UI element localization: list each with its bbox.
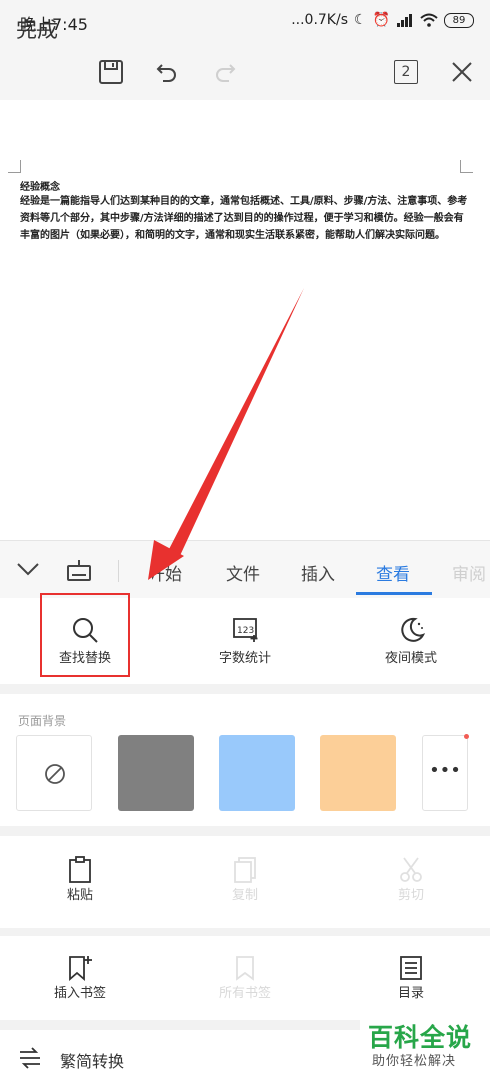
done-button[interactable]: 完成 <box>16 14 58 44</box>
swatch-more-button[interactable]: ••• <box>422 734 469 811</box>
moon-icon <box>401 617 426 642</box>
all-bookmarks-label: 所有书签 <box>218 986 271 1001</box>
list-icon <box>400 956 422 980</box>
page-count-button[interactable]: 2 <box>394 60 418 84</box>
keyboard-icon[interactable] <box>66 558 92 586</box>
tab-insert[interactable]: 插入 <box>301 560 335 585</box>
close-icon[interactable] <box>447 57 477 87</box>
convert-label: 繁简转换 <box>60 1052 125 1071</box>
insert-bookmark-button[interactable]: 插入书签 <box>25 950 135 1016</box>
insert-bookmark-label: 插入书签 <box>53 986 106 1001</box>
swatch-none[interactable] <box>16 735 92 811</box>
alarm-icon: ⏰ <box>372 12 390 28</box>
cut-label: 剪切 <box>397 888 424 903</box>
toc-button[interactable]: 目录 <box>356 950 466 1016</box>
word-count-icon: 123 <box>233 618 258 642</box>
none-icon <box>45 764 65 784</box>
notification-dot <box>464 734 469 739</box>
bookmark-add-icon <box>69 956 92 981</box>
word-count-button[interactable]: 123 字数统计 <box>190 605 300 677</box>
copy-label: 复制 <box>231 888 258 903</box>
tab-file[interactable]: 文件 <box>226 560 260 585</box>
night-mode-label: 夜间模式 <box>384 651 437 666</box>
convert-icon <box>18 1047 42 1073</box>
night-mode-button[interactable]: 夜间模式 <box>356 605 466 677</box>
cut-button: 剪切 <box>356 852 466 918</box>
document-body: 经验是一篇能指导人们达到某种目的的文章，通常包括概述、工具/原料、步骤/方法、注… <box>20 196 468 241</box>
tab-start[interactable]: 开始 <box>152 560 186 585</box>
collapse-chevron-icon[interactable] <box>16 560 40 582</box>
tab-divider <box>118 560 119 582</box>
network-speed: ...0.7K/s <box>291 12 348 28</box>
toc-label: 目录 <box>397 986 424 1001</box>
redo-icon <box>210 57 240 87</box>
bookmark-icon <box>236 956 254 981</box>
active-tab-indicator <box>356 592 432 595</box>
wifi-icon <box>420 13 438 27</box>
word-count-label: 字数统计 <box>218 651 271 666</box>
all-bookmarks-button: 所有书签 <box>190 950 300 1016</box>
clipboard-icon <box>69 856 91 883</box>
swatch-orange[interactable] <box>320 735 396 811</box>
watermark-title: 百科全说 <box>368 1023 473 1052</box>
tab-review[interactable]: 审阅 <box>452 560 490 585</box>
document-heading: 经验概念 <box>20 182 60 193</box>
paste-button[interactable]: 粘贴 <box>25 852 135 918</box>
battery-icon: 89 <box>444 12 474 28</box>
more-icon: ••• <box>429 760 461 781</box>
page-background-title: 页面背景 <box>18 714 67 728</box>
paste-label: 粘贴 <box>66 888 93 903</box>
copy-button: 复制 <box>190 852 300 918</box>
signal-icon <box>397 14 412 27</box>
undo-icon[interactable] <box>152 57 182 87</box>
copy-icon <box>234 857 256 883</box>
highlight-annotation-box <box>40 593 130 677</box>
watermark-subtitle: 助你轻松解决 <box>372 1054 457 1069</box>
tab-view[interactable]: 查看 <box>376 560 410 585</box>
status-indicators: ...0.7K/s ☾ ⏰ 89 <box>291 12 474 28</box>
page-corner-mark <box>460 160 473 173</box>
document-area[interactable] <box>0 100 490 540</box>
swatch-blue[interactable] <box>219 735 295 811</box>
page-corner-mark <box>8 160 21 173</box>
scissors-icon <box>400 857 422 882</box>
svg-text:123: 123 <box>237 626 254 636</box>
moon-status-icon: ☾ <box>354 12 367 28</box>
save-icon[interactable] <box>96 57 126 87</box>
swatch-gray[interactable] <box>118 735 194 811</box>
